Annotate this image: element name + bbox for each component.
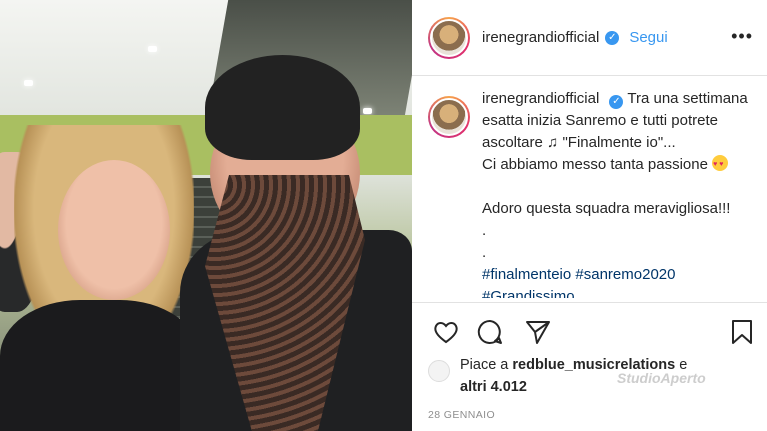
hashtag-link[interactable]: #Grandissimo — [482, 288, 575, 298]
caption-username[interactable]: irenegrandiofficial — [482, 90, 599, 107]
caption-line-3: Ci abbiamo messo tanta passione — [482, 156, 708, 173]
follow-button[interactable]: Segui — [629, 29, 667, 46]
woman-body — [0, 300, 200, 431]
more-icon[interactable]: ••• — [731, 26, 753, 47]
action-bar — [428, 318, 753, 346]
post-caption: irenegrandiofficial ✓ Tra una settimana … — [412, 88, 767, 298]
heart-icon[interactable] — [432, 318, 460, 346]
post-header: irenegrandiofficial ✓ Segui ••• — [412, 0, 767, 76]
avatar-image — [430, 18, 468, 57]
hashtag-link[interactable]: #finalmenteio — [482, 266, 571, 283]
avatar[interactable] — [428, 16, 470, 59]
man-hat — [205, 55, 360, 160]
header-username[interactable]: irenegrandiofficial — [482, 29, 599, 46]
post-date: 28 GENNAIO — [428, 409, 496, 421]
liker-avatar[interactable] — [428, 360, 450, 382]
ceiling-light — [148, 46, 157, 52]
verified-icon: ✓ — [605, 30, 620, 45]
caption-avatar[interactable] — [428, 96, 470, 138]
comment-icon[interactable] — [476, 318, 504, 346]
post-side-panel: irenegrandiofficial ✓ Segui ••• irenegra… — [412, 0, 767, 431]
section-divider — [412, 302, 767, 303]
verified-icon: ✓ — [609, 95, 624, 109]
avatar-image — [430, 98, 468, 136]
woman-face — [58, 160, 170, 300]
caption-dot: . — [482, 222, 487, 239]
ceiling-light — [24, 80, 33, 86]
heart-eyes-emoji — [712, 154, 729, 176]
caption-line-4: Adoro questa squadra meravigliosa!!! — [482, 200, 731, 217]
hashtag-link[interactable]: #sanremo2020 — [575, 266, 675, 283]
likes-prefix: Piace a — [460, 357, 509, 373]
post-photo[interactable] — [0, 0, 412, 431]
caption-line-2: "Finalmente io"... — [562, 134, 676, 151]
caption-dot: . — [482, 244, 487, 261]
bookmark-icon[interactable] — [728, 318, 756, 346]
tv-watermark: StudioAperto — [617, 370, 706, 386]
caption-text: irenegrandiofficial ✓ Tra una settimana … — [482, 88, 750, 298]
likes-others[interactable]: altri 4.012 — [460, 379, 527, 395]
share-icon[interactable] — [524, 318, 552, 346]
music-note-icon: ♫ — [547, 134, 559, 151]
ceiling-light — [363, 108, 372, 114]
